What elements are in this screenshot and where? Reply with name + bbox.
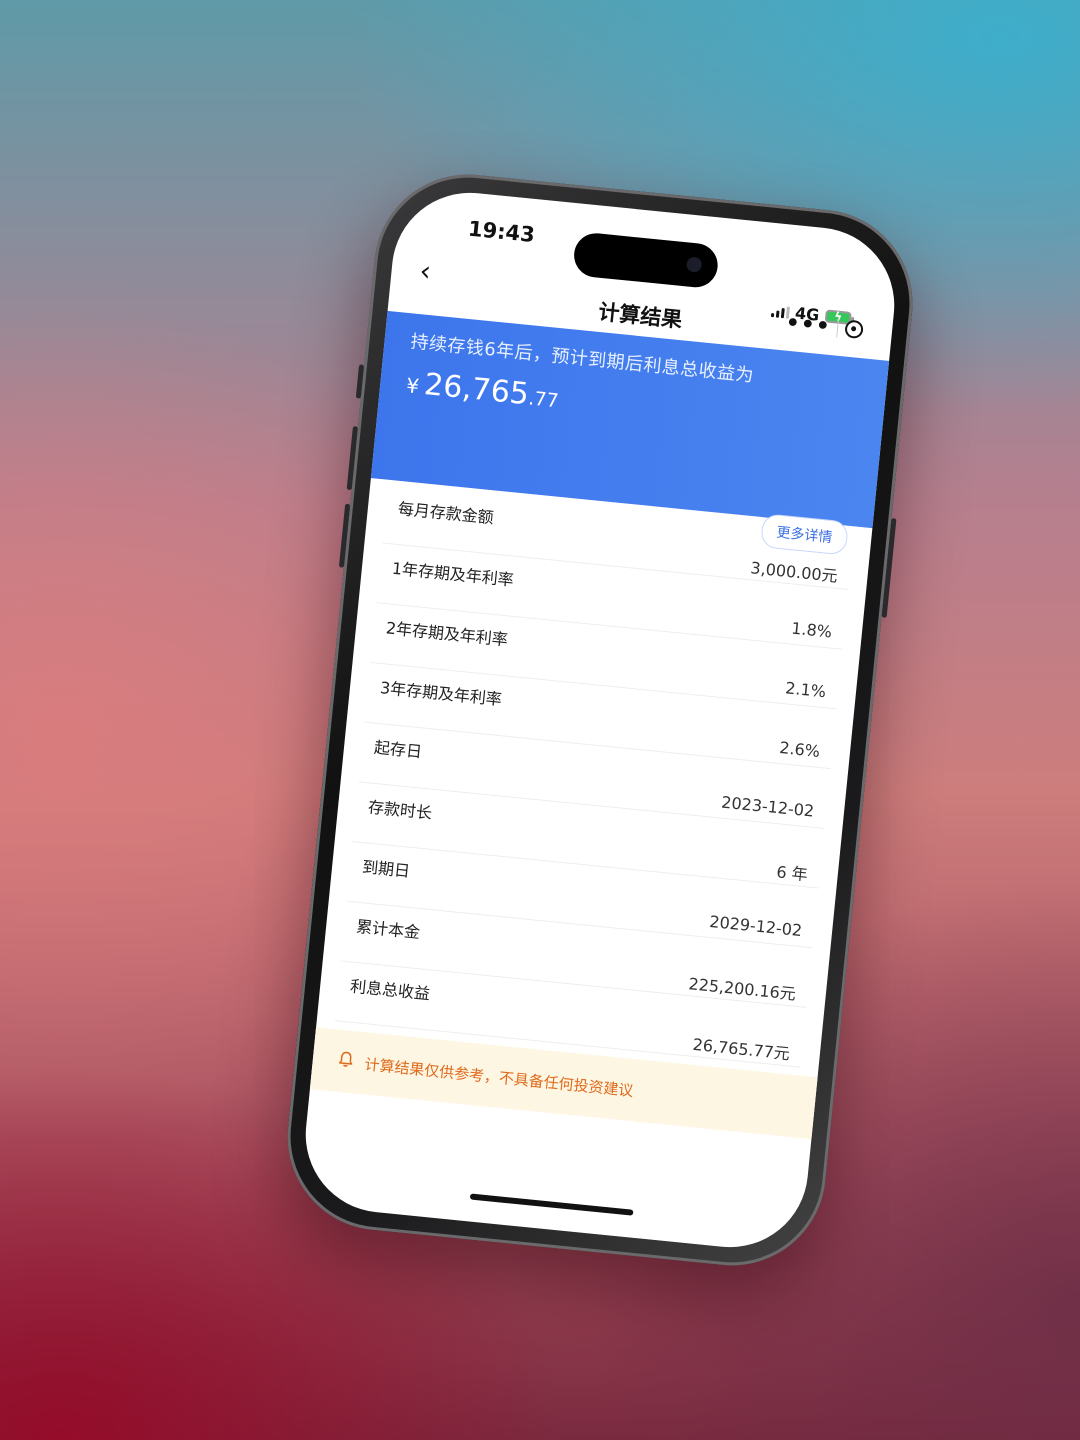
front-camera [685, 256, 703, 273]
row-label: 到期日 [361, 857, 411, 881]
amount-decimal: .77 [527, 387, 560, 413]
row-value: 26,765.77元 [691, 1034, 791, 1064]
row-value: 2.6% [778, 738, 821, 761]
currency-symbol: ¥ [405, 373, 421, 399]
power-button [881, 517, 897, 618]
row-label: 利息总收益 [349, 976, 431, 1004]
row-label: 累计本金 [355, 916, 421, 943]
row-label: 存款时长 [367, 797, 433, 823]
row-label: 2年存期及年利率 [385, 618, 509, 650]
row-label: 每月存款金额 [397, 498, 495, 528]
row-value: 2.1% [784, 678, 827, 702]
volume-down-button [338, 503, 351, 568]
status-time: 19:43 [466, 216, 536, 248]
more-dots-icon[interactable]: ••• [784, 310, 831, 339]
amount-integer: 26,765 [422, 366, 531, 413]
row-label: 1年存期及年利率 [391, 558, 515, 590]
row-value: 2023-12-02 [720, 792, 815, 821]
row-label: 起存日 [373, 737, 423, 762]
disclaimer-text: 计算结果仅供参考，不具备任何投资建议 [363, 1054, 635, 1100]
row-value: 1.8% [790, 618, 833, 642]
phone-frame: 19:43 4G ϟ ‹ 计算结果 持续存钱6年后，预计到期后利息总收益为 ¥ … [278, 165, 922, 1275]
volume-up-button [346, 426, 358, 491]
bell-icon [336, 1049, 356, 1074]
capsule-divider [836, 317, 840, 338]
target-close-icon[interactable] [843, 319, 864, 340]
row-value: 6 年 [775, 862, 809, 885]
action-button [355, 364, 365, 399]
row-label: 3年存期及年利率 [379, 678, 503, 710]
home-indicator[interactable] [469, 1193, 634, 1216]
row-value: 2029-12-02 [708, 911, 804, 941]
phone-screen: 19:43 4G ϟ ‹ 计算结果 持续存钱6年后，预计到期后利息总收益为 ¥ … [298, 185, 902, 1255]
result-list: 每月存款金额 3,000.00元 1年存期及年利率 1.8% 2年存期及年利率 … [317, 482, 872, 1069]
total-interest-amount: ¥ 26,765.77 [405, 365, 561, 415]
